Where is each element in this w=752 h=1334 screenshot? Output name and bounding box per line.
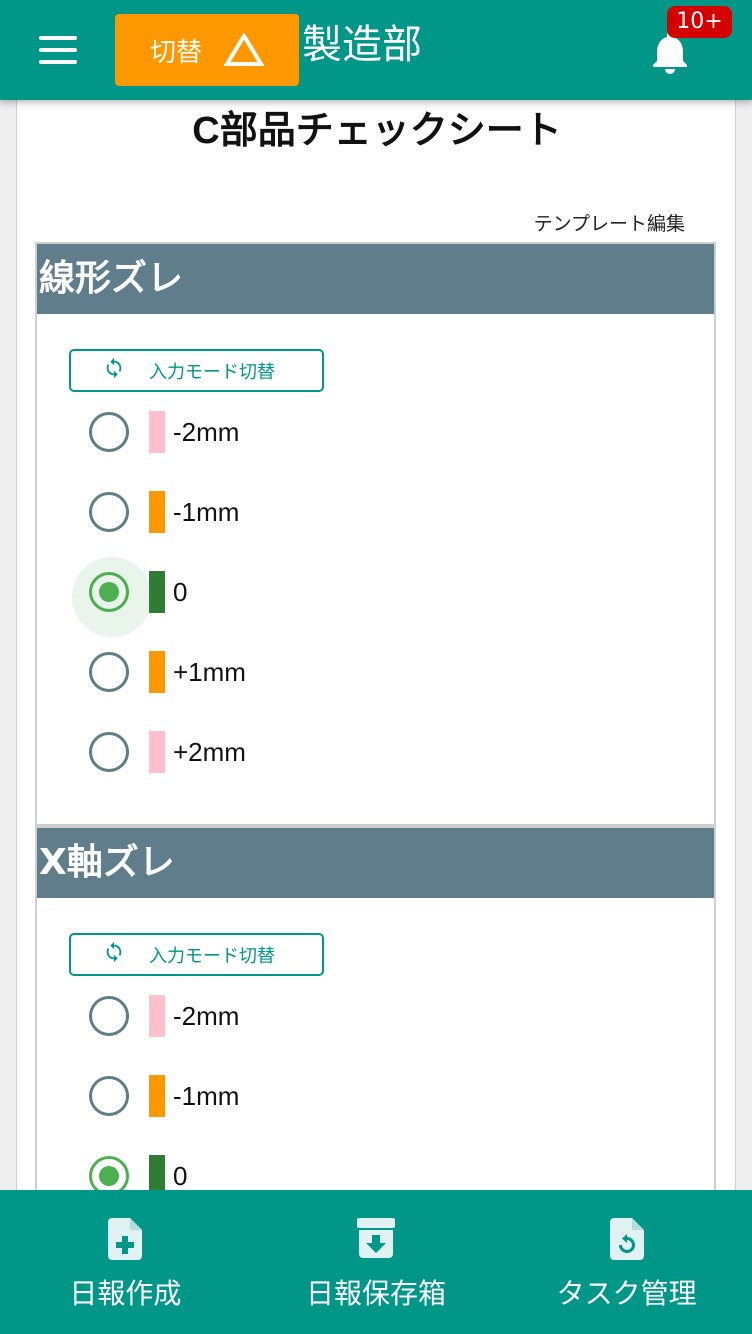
- section-linear-offset: 線形ズレ 入力モード切替 -2mm -1mm 0 +1mm +2mm: [35, 242, 716, 826]
- color-swatch: [149, 1075, 165, 1117]
- radio-button[interactable]: [89, 652, 129, 692]
- input-mode-toggle-label: 入力モード切替: [149, 361, 275, 383]
- radio-option[interactable]: -2mm: [89, 994, 389, 1038]
- app-header: 切替 製造部 10+: [0, 0, 752, 100]
- switch-button-label: 切替: [149, 37, 202, 68]
- radio-option[interactable]: +1mm: [89, 650, 389, 694]
- bottom-navigation: 日報作成 日報保存箱 タスク管理: [0, 1190, 752, 1334]
- option-label: 0: [173, 576, 188, 607]
- nav-task-management[interactable]: タスク管理: [501, 1190, 752, 1334]
- focus-ripple: [72, 557, 152, 637]
- menu-icon-bar: [39, 60, 77, 64]
- option-label: -2mm: [173, 416, 240, 447]
- radio-button[interactable]: [89, 412, 129, 452]
- sync-icon: [103, 357, 125, 384]
- page-title: C部品チェックシート: [192, 110, 562, 152]
- notification-badge: 10+: [667, 6, 732, 38]
- warning-triangle-icon: [224, 33, 264, 67]
- color-swatch: [149, 411, 165, 453]
- sync-icon: [103, 941, 125, 968]
- radio-button[interactable]: [89, 492, 129, 532]
- option-label: -2mm: [173, 1000, 240, 1031]
- option-label: -1mm: [173, 496, 240, 527]
- input-mode-toggle-button[interactable]: 入力モード切替: [69, 933, 324, 976]
- option-label: +1mm: [173, 656, 246, 687]
- file-add-icon: [108, 1218, 143, 1260]
- input-mode-toggle-label: 入力モード切替: [149, 945, 275, 967]
- nav-label: タスク管理: [556, 1277, 697, 1310]
- option-label: +2mm: [173, 736, 246, 767]
- radio-button[interactable]: [89, 732, 129, 772]
- template-edit-link[interactable]: テンプレート編集: [534, 209, 685, 236]
- radio-option[interactable]: -1mm: [89, 1074, 389, 1118]
- radio-option-selected[interactable]: 0: [72, 557, 389, 637]
- nav-create-report[interactable]: 日報作成: [0, 1190, 251, 1334]
- archive-icon: [357, 1218, 395, 1260]
- menu-icon-bar: [39, 36, 77, 40]
- switch-button[interactable]: 切替: [115, 14, 299, 86]
- radio-button-checked[interactable]: [72, 557, 152, 637]
- radio-option[interactable]: -1mm: [89, 490, 389, 534]
- section-x-axis-offset: X軸ズレ 入力モード切替 -2mm -1mm 0: [35, 826, 716, 1209]
- radio-button[interactable]: [89, 1076, 129, 1116]
- nav-report-archive[interactable]: 日報保存箱: [251, 1190, 502, 1334]
- option-label: 0: [173, 1160, 188, 1191]
- menu-button[interactable]: [32, 30, 84, 70]
- option-label: -1mm: [173, 1080, 240, 1111]
- radio-button[interactable]: [89, 996, 129, 1036]
- radio-option[interactable]: -2mm: [89, 410, 389, 454]
- check-sheet-page: C部品チェックシート テンプレート編集 線形ズレ 入力モード切替 -2mm -1…: [16, 80, 736, 1210]
- color-swatch: [149, 651, 165, 693]
- color-swatch: [149, 491, 165, 533]
- section-title: X軸ズレ: [37, 828, 714, 898]
- nav-label: 日報保存箱: [306, 1277, 447, 1310]
- section-title: 線形ズレ: [37, 244, 714, 314]
- nav-label: 日報作成: [69, 1277, 182, 1310]
- color-swatch: [149, 995, 165, 1037]
- color-swatch: [149, 731, 165, 773]
- department-title: 製造部: [302, 22, 422, 68]
- menu-icon-bar: [39, 48, 77, 52]
- input-mode-toggle-button[interactable]: 入力モード切替: [69, 349, 324, 392]
- radio-option[interactable]: +2mm: [89, 730, 389, 774]
- file-refresh-icon: [609, 1218, 644, 1260]
